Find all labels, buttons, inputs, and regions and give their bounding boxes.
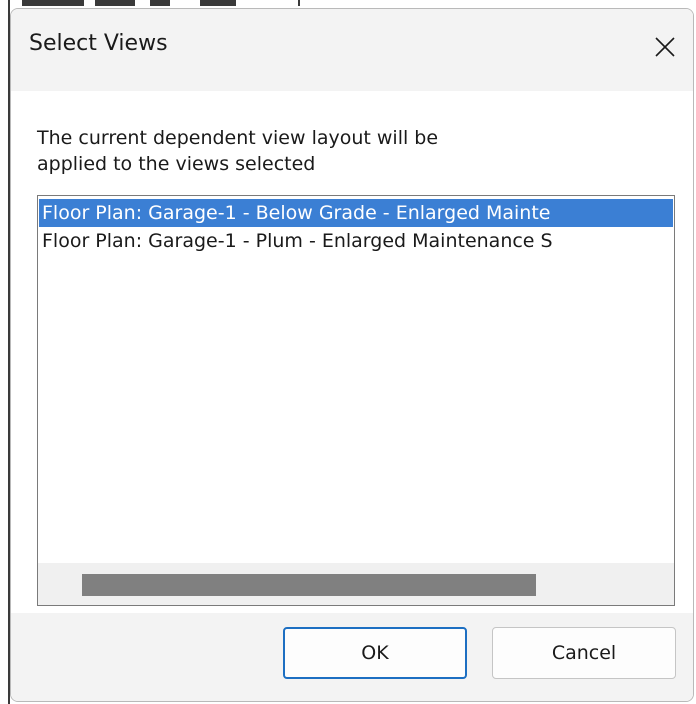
title-bar[interactable]: Select Views — [11, 9, 693, 91]
instruction-text: The current dependent view layout will b… — [37, 127, 439, 175]
dialog-footer: OK Cancel — [11, 613, 693, 701]
background-toolbar-mark — [150, 0, 170, 6]
background-toolbar-mark — [95, 0, 135, 6]
background-toolbar-mark — [298, 0, 300, 6]
scrollbar-thumb[interactable] — [82, 574, 536, 596]
background-toolbar-mark — [22, 0, 84, 6]
dialog-title: Select Views — [29, 31, 168, 56]
close-icon — [655, 37, 675, 57]
cancel-button[interactable]: Cancel — [492, 627, 676, 679]
horizontal-scrollbar[interactable] — [38, 563, 674, 605]
dialog-content: The current dependent view layout will b… — [11, 91, 693, 613]
views-list: Floor Plan: Garage-1 - Below Grade - Enl… — [39, 199, 673, 255]
view-list-item[interactable]: Floor Plan: Garage-1 - Plum - Enlarged M… — [39, 227, 673, 255]
view-list-item[interactable]: Floor Plan: Garage-1 - Below Grade - Enl… — [39, 199, 673, 227]
background-toolbar-mark — [200, 0, 236, 6]
close-button[interactable] — [645, 27, 685, 67]
ok-button[interactable]: OK — [283, 627, 467, 679]
select-views-dialog: Select Views The current dependent view … — [10, 8, 694, 702]
views-listbox[interactable]: Floor Plan: Garage-1 - Below Grade - Enl… — [37, 195, 675, 606]
